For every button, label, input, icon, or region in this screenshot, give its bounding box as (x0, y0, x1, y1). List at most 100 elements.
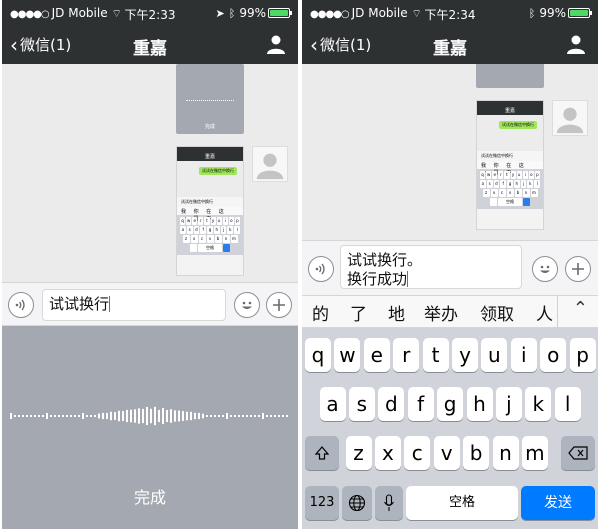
candidate[interactable]: 了 (350, 300, 367, 325)
wave-bar (274, 415, 276, 417)
battery-icon (268, 8, 292, 18)
wave-bar (130, 409, 132, 423)
candidate[interactable]: 地 (388, 300, 405, 325)
candidate[interactable]: 领取 (480, 300, 514, 325)
key-r[interactable]: r (393, 338, 420, 372)
person-icon[interactable] (266, 34, 286, 54)
wave-bar (90, 415, 92, 417)
emoji-icon (540, 265, 550, 273)
key-q[interactable]: q (305, 338, 331, 372)
key-s[interactable]: s (348, 387, 375, 421)
person-icon[interactable] (566, 34, 586, 54)
wave-bar (286, 415, 288, 417)
message-input[interactable]: 试试换行。 换行成功 (340, 245, 522, 289)
wave-bar (230, 415, 232, 417)
key-l[interactable]: l (554, 387, 581, 421)
key-d[interactable]: d (378, 387, 405, 421)
more-button[interactable] (266, 292, 292, 318)
candidate[interactable]: 的 (312, 300, 329, 325)
emoji-button[interactable] (532, 256, 558, 282)
image-message[interactable]: 重嘉 试试在微信中换行 试试在微信中换行 我 你 在 这 一 是 不 qwert… (476, 100, 544, 230)
wave-bar (50, 415, 52, 417)
chevron-up-icon[interactable]: ⌃ (573, 298, 588, 319)
key-f[interactable]: f (407, 387, 434, 421)
image-message[interactable]: 重嘉 试试在微信中换行 试试在微信中换行 我 你 在 这 一 是 不 qwert… (176, 146, 244, 276)
input-bar: 试试换行。 换行成功 (302, 240, 598, 296)
wave-bar (38, 415, 40, 417)
message-input[interactable]: 试试换行 (42, 289, 226, 321)
wave-bar (242, 415, 244, 417)
right-screenshot: ●●●●○ JD Mobile ⌔ 下午2:34 ᛒ 99% ‹ 微信(1) 重嘉 重… (302, 0, 598, 529)
key-j[interactable]: j (495, 387, 522, 421)
text-caret (407, 271, 409, 287)
key-x[interactable]: x (374, 436, 401, 470)
key-e[interactable]: e (363, 338, 390, 372)
waveform-icon (186, 100, 234, 102)
send-key[interactable]: 发送 (521, 486, 595, 520)
voice-input-thumbnail[interactable] (476, 64, 544, 88)
wave-bar (98, 413, 100, 419)
key-z[interactable]: z (345, 436, 372, 470)
key-c[interactable]: c (404, 436, 431, 470)
avatar[interactable] (552, 100, 588, 136)
nav-bar: ‹ 微信(1) 重嘉 (302, 26, 598, 64)
bluetooth-icon: ᛒ (228, 7, 236, 20)
default-avatar-icon (553, 101, 587, 135)
wave-bar (46, 413, 48, 419)
key-u[interactable]: u (481, 338, 508, 372)
candidate[interactable]: 举办 (424, 300, 458, 325)
emoji-button[interactable] (234, 292, 260, 318)
waveform-icon (10, 406, 288, 426)
key-m[interactable]: m (521, 436, 548, 470)
key-i[interactable]: i (510, 338, 537, 372)
wave-bar (78, 415, 80, 417)
wave-bar (142, 408, 144, 424)
chat-area[interactable]: 重嘉 试试在微信中换行 试试在微信中换行 我 你 在 这 一 是 不 qwert… (302, 64, 598, 240)
wave-bar (66, 415, 68, 417)
key-v[interactable]: v (433, 436, 460, 470)
more-button[interactable] (565, 256, 591, 282)
voice-input-thumbnail[interactable]: 完成 (176, 64, 244, 134)
wave-bar (218, 415, 220, 417)
status-right: ᛒ 99% (529, 6, 592, 20)
wave-bar (282, 415, 284, 417)
plus-icon (572, 263, 584, 275)
space-key[interactable]: 空格 (406, 486, 518, 520)
voice-button[interactable] (8, 292, 34, 318)
mic-key[interactable] (375, 486, 403, 520)
delete-key[interactable] (561, 436, 595, 470)
key-t[interactable]: t (422, 338, 449, 372)
wave-bar (94, 415, 96, 417)
key-h[interactable]: h (466, 387, 493, 421)
key-k[interactable]: k (525, 387, 552, 421)
key-g[interactable]: g (437, 387, 464, 421)
key-y[interactable]: y (452, 338, 478, 372)
wave-bar (122, 410, 124, 422)
number-key[interactable]: 123 (305, 486, 339, 520)
voice-icon (315, 263, 325, 275)
wave-bar (226, 413, 228, 419)
key-a[interactable]: a (319, 387, 346, 421)
nav-bar: ‹ 微信(1) 重嘉 (2, 26, 298, 64)
shift-key[interactable] (305, 436, 339, 470)
candidate[interactable]: 人 (536, 300, 553, 325)
wave-bar (162, 407, 164, 425)
key-p[interactable]: p (569, 338, 596, 372)
wave-bar (138, 408, 140, 424)
wave-bar (238, 415, 240, 417)
voice-icon (15, 299, 25, 311)
key-w[interactable]: w (334, 338, 361, 372)
chat-area[interactable]: 完成 重嘉 试试在微信中换行 试试在微信中换行 我 你 在 这 一 是 不 qw… (2, 64, 298, 282)
globe-key[interactable] (342, 486, 372, 520)
key-b[interactable]: b (463, 436, 490, 470)
voice-button[interactable] (308, 256, 334, 282)
globe-icon (348, 494, 366, 512)
done-button[interactable]: 完成 (2, 484, 298, 508)
key-o[interactable]: o (540, 338, 567, 372)
default-avatar-icon (253, 147, 287, 181)
wave-bar (22, 415, 24, 417)
wave-bar (190, 411, 192, 421)
key-n[interactable]: n (492, 436, 519, 470)
avatar[interactable] (252, 146, 288, 182)
wave-bar (206, 415, 208, 417)
